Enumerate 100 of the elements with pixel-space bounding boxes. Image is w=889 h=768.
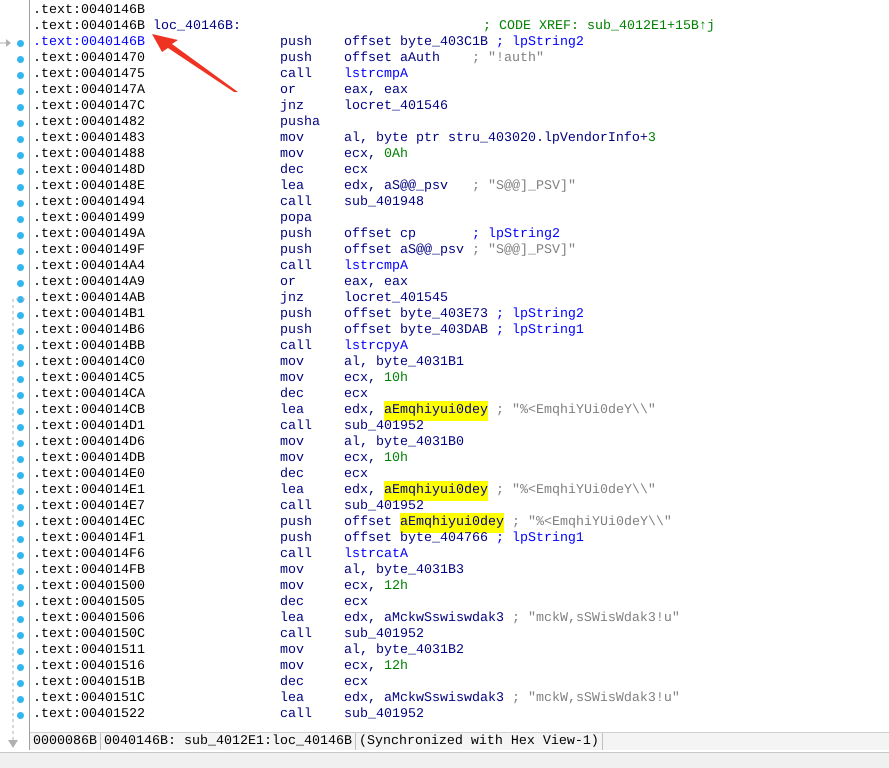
operand: offset byte_403E73	[344, 306, 489, 323]
mnemonic: push	[280, 514, 313, 531]
comment: ; "mckW,sSWisWdak3!u"	[512, 610, 680, 628]
operand: lstrcatA	[344, 546, 408, 563]
operand: ecx,	[344, 450, 377, 468]
mnemonic: jnz	[280, 98, 305, 115]
address: .text:0040147C	[33, 98, 145, 116]
address: .text:004014BB	[33, 338, 145, 356]
operand: sub_401948	[344, 194, 424, 212]
address: .text:004014CA	[33, 386, 145, 404]
address: .text:00401506	[33, 610, 145, 628]
address: .text:004014DB	[33, 450, 145, 468]
address: .text:004014F1	[33, 530, 145, 548]
address: .text:004014FB	[33, 562, 145, 580]
mnemonic: mov	[280, 130, 305, 148]
operand: ecx,	[344, 658, 377, 676]
operand: offset aS@@_psv	[344, 242, 465, 259]
mnemonic: lea	[280, 482, 305, 499]
mnemonic: push	[280, 530, 313, 547]
operand: lstrcmpA	[344, 66, 408, 84]
address: .text:00401499	[33, 210, 145, 228]
operand: offset byte_404766	[344, 530, 489, 547]
mnemonic: dec	[280, 162, 305, 179]
mnemonic: dec	[280, 466, 305, 483]
mnemonic: push	[280, 306, 313, 323]
operand: offset cp	[344, 226, 417, 243]
comment: ; "mckW,sSWisWdak3!u"	[512, 690, 680, 708]
address: .text:0040148E	[33, 178, 145, 196]
operand: aEmqhiyui0dey	[384, 401, 488, 421]
mnemonic: mov	[280, 562, 305, 580]
operand: al, byte_4031B1	[344, 354, 464, 371]
operand: ecx	[344, 674, 368, 691]
operand: edx, aMckwSswiswdak3	[344, 690, 505, 707]
address: .text:0040146B	[33, 18, 145, 36]
operand: sub_401952	[344, 626, 424, 643]
mnemonic: call	[280, 706, 313, 724]
address: .text:0040151B	[33, 674, 145, 692]
mnemonic: call	[280, 194, 313, 212]
mnemonic: lea	[280, 178, 305, 195]
address: .text:0040146B	[33, 2, 145, 20]
operand: 0Ah	[384, 146, 408, 164]
operand: eax, eax	[344, 274, 408, 291]
mnemonic: mov	[280, 658, 305, 675]
address: .text:0040150C	[33, 626, 145, 644]
mnemonic: call	[280, 66, 313, 84]
comment: ; lpString2	[496, 34, 584, 51]
address: .text:004014D6	[33, 434, 145, 452]
comment: ; "%<EmqhiYUi0deY\\"	[494, 402, 656, 420]
address: .text:004014A4	[33, 258, 145, 276]
address: .text:0040147A	[33, 82, 145, 100]
mnemonic: mov	[280, 434, 305, 452]
mnemonic: push	[280, 322, 313, 339]
mnemonic: pusha	[280, 114, 321, 132]
operand: 3	[648, 130, 656, 148]
address: .text:0040151C	[33, 690, 145, 708]
mnemonic: call	[280, 338, 313, 356]
address: .text:004014EC	[33, 514, 145, 532]
mnemonic: dec	[280, 594, 305, 611]
address: .text:004014E0	[33, 466, 145, 484]
comment: ; lpString1	[496, 322, 584, 340]
address: .text:0040146B	[33, 34, 145, 52]
address: .text:0040149A	[33, 226, 145, 244]
operand: edx, aMckwSswiswdak3	[344, 610, 505, 627]
address: .text:00401522	[33, 706, 145, 724]
operand: ecx	[344, 386, 368, 403]
operand: locret_401545	[344, 290, 448, 307]
address: .text:00401511	[33, 642, 145, 660]
operand: offset byte_403C1B	[344, 34, 489, 51]
mnemonic: call	[280, 258, 313, 276]
address: .text:004014C0	[33, 354, 145, 372]
address: .text:004014CB	[33, 402, 145, 420]
operand: 10h	[384, 370, 408, 388]
address: .text:004014A9	[33, 274, 145, 292]
address: .text:004014AB	[33, 290, 145, 308]
operand: al, byte_4031B2	[344, 642, 464, 659]
mnemonic: dec	[280, 674, 305, 691]
operand: al, byte ptr stru_403020.lpVendorInfo+	[344, 130, 648, 147]
mnemonic: or	[280, 274, 297, 291]
operand: lstrcpyA	[344, 338, 408, 355]
mnemonic: call	[280, 498, 313, 515]
code-label: loc_40146B:	[152, 18, 242, 36]
operand: sub_401952	[344, 418, 424, 435]
address: .text:004014E1	[33, 482, 145, 500]
mnemonic: or	[280, 82, 297, 99]
operand: offset aAuth	[344, 50, 441, 67]
mnemonic: push	[280, 226, 313, 243]
operand: ecx,	[344, 578, 377, 596]
address: .text:004014C5	[33, 370, 145, 388]
operand: lstrcmpA	[344, 258, 408, 276]
comment: ; "S@@]_PSV]"	[472, 242, 576, 260]
mnemonic: lea	[280, 610, 305, 627]
operand: edx,	[344, 402, 377, 419]
operand: 12h	[384, 658, 408, 676]
xref-comment: ; CODE XREF: sub_4012E1+15B↑j	[482, 18, 715, 35]
address: .text:00401505	[33, 594, 145, 612]
operand: ecx,	[344, 370, 377, 388]
operand: ecx	[344, 594, 368, 611]
address: .text:0040149F	[33, 242, 145, 260]
address: .text:00401470	[33, 50, 145, 68]
comment: ; "S@@]_PSV]"	[472, 178, 576, 196]
